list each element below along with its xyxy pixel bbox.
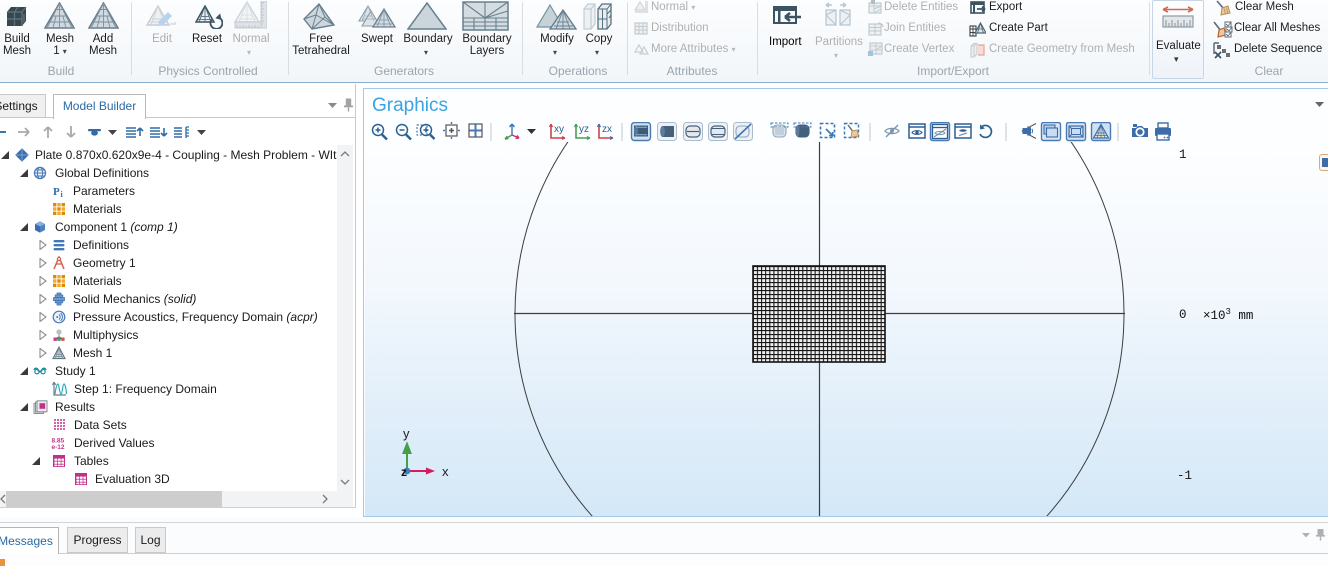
- svg-text:x: x: [442, 464, 449, 479]
- svg-text:zx: zx: [602, 124, 612, 135]
- svg-text:i: i: [61, 190, 64, 198]
- svg-text:xy: xy: [554, 124, 564, 135]
- svg-text:yz: yz: [579, 124, 589, 135]
- svg-text:y: y: [403, 426, 410, 441]
- svg-text:P: P: [53, 186, 60, 198]
- svg-text:e-12: e-12: [52, 444, 65, 450]
- svg-text:z: z: [401, 465, 407, 479]
